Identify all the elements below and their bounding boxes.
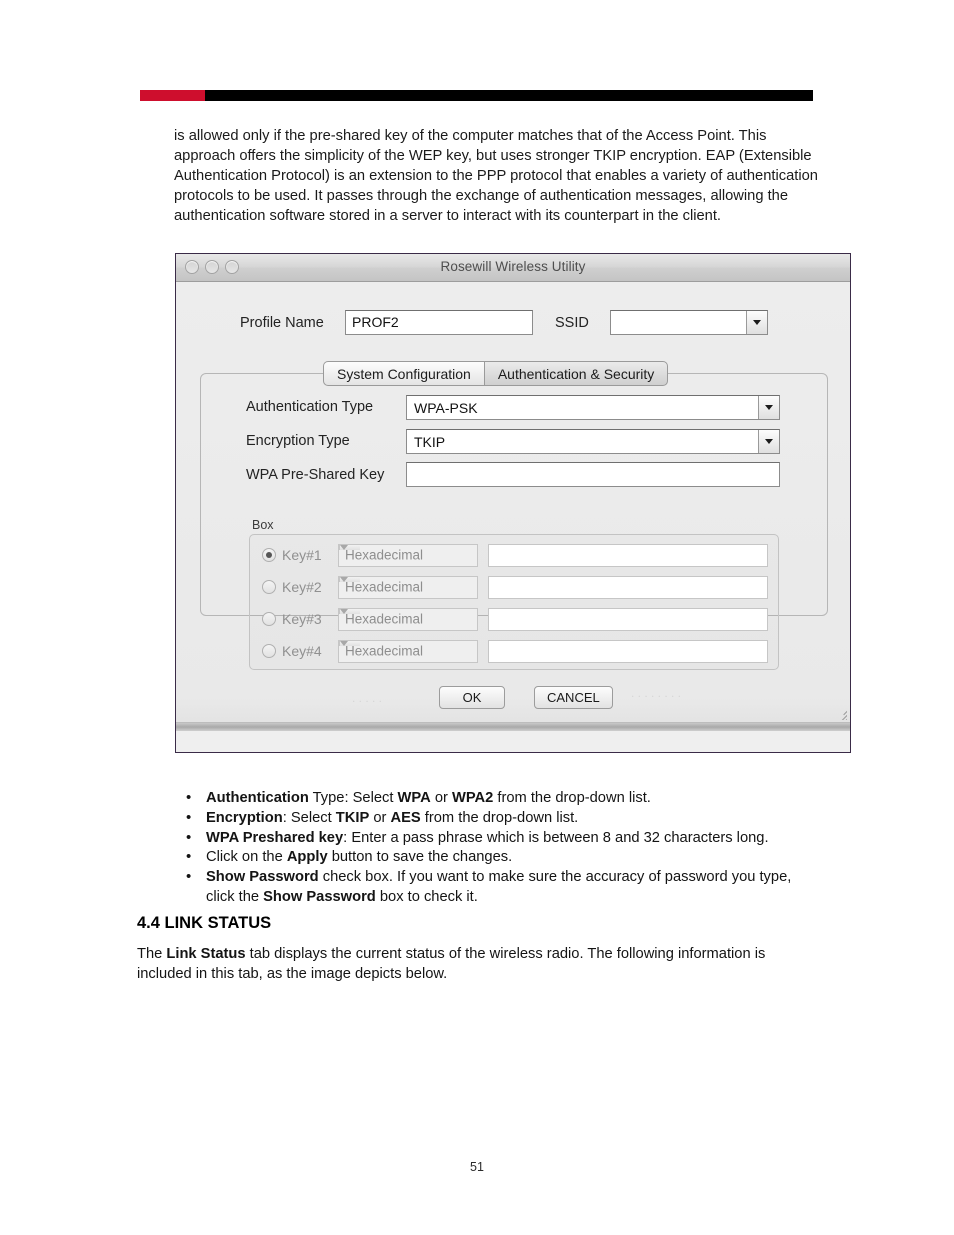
chevron-down-icon[interactable] [758,430,779,453]
bullet-2-bold-2: TKIP [335,809,370,826]
chevron-down-icon[interactable] [758,396,779,419]
page-number: 51 [470,1160,484,1174]
bullet-5-text-2: box to check it. [375,888,478,905]
bullet-list: Authentication Type: Select WPA or WPA2 … [178,788,823,908]
bullet-4-text-1: Click on the [206,849,287,866]
bullet-2-bold-1: Encryption [206,809,283,826]
key-group-caption: Box [252,518,274,532]
key1-format-dropdown[interactable]: Hexadecimal [338,543,478,567]
bullet-2-text-2: or [369,809,391,826]
rosewill-wireless-utility-window: Rosewill Wireless Utility Profile Name P… [175,253,851,753]
bullet-1-text-1: Type: Select [308,790,398,806]
bullet-3-bold-1: WPA Preshared key [206,829,344,846]
bullet-4-text-2: button to save the changes. [327,849,513,866]
ok-button[interactable]: OK [439,686,505,709]
window-titlebar: Rosewill Wireless Utility [176,254,850,282]
key-group-box: Key#1 Hexadecimal Key#2 Hexadecimal Key#… [249,534,779,670]
key-row-2[interactable]: Key#2 Hexadecimal [262,575,768,599]
list-item: Encryption: Select TKIP or AES from the … [178,808,823,829]
chevron-down-icon[interactable] [746,311,767,334]
key1-radio[interactable] [262,548,276,562]
bullet-1-bold-2: WPA [397,790,431,806]
key2-label: Key#2 [282,579,322,595]
list-item: Click on the Apply button to save the ch… [178,847,823,868]
intro-paragraph: is allowed only if the pre-shared key of… [174,128,818,224]
bullet-5-bold-1: Show Password [206,869,319,886]
cancel-button[interactable]: CANCEL [534,686,613,709]
bullet-2-text-1: : Select [282,809,336,826]
resize-grip[interactable] [827,700,847,720]
bullet-2-bold-3: AES [390,809,421,826]
encryption-type-value: TKIP [414,433,446,450]
profile-name-label: Profile Name [240,315,324,331]
bullet-3-text-1: : Enter a pass phrase which is between 8… [343,829,769,846]
list-item: Authentication Type: Select WPA or WPA2 … [178,788,823,809]
section-paragraph-bold: Link Status [166,946,246,962]
bullet-1-text-3: from the drop-down list. [493,790,651,806]
key4-format-dropdown[interactable]: Hexadecimal [338,639,478,663]
authentication-type-label: Authentication Type [246,399,374,415]
ghost-artifact: . . . . . . . . [631,686,682,700]
header-black-segment [205,90,813,101]
bullet-5-bold-2: Show Password [263,888,376,905]
tab-authentication-security[interactable]: Authentication & Security [483,361,669,386]
bullet-1-bold-1: Authentication [206,790,309,806]
key2-radio[interactable] [262,580,276,594]
key3-radio[interactable] [262,612,276,626]
window-body: Profile Name PROF2 SSID System Configura… [176,282,850,752]
tab-system-configuration[interactable]: System Configuration [323,361,484,386]
ssid-label: SSID [555,315,589,331]
key2-input[interactable] [488,575,768,599]
key1-format-value: Hexadecimal [345,547,424,563]
list-item: Show Password check box. If you want to … [178,867,823,908]
key1-label: Key#1 [282,547,322,563]
wpa-preshared-key-label: WPA Pre-Shared Key [246,467,385,483]
authentication-type-dropdown[interactable]: WPA-PSK [406,395,780,420]
window-bottom-strip [176,731,850,752]
section-heading: 4.4 LINK STATUS [137,914,272,932]
key-row-4[interactable]: Key#4 Hexadecimal [262,639,768,663]
encryption-type-label: Encryption Type [246,433,350,449]
document-page: is allowed only if the pre-shared key of… [0,0,954,1235]
key-row-3[interactable]: Key#3 Hexadecimal [262,607,768,631]
key4-label: Key#4 [282,643,322,659]
profile-name-input[interactable]: PROF2 [345,310,533,335]
key2-format-value: Hexadecimal [345,579,424,595]
key4-radio[interactable] [262,644,276,658]
key-row-1[interactable]: Key#1 Hexadecimal [262,543,768,567]
section-paragraph: The Link Status tab displays the current… [137,945,809,985]
key4-format-value: Hexadecimal [345,643,424,659]
key3-format-dropdown[interactable]: Hexadecimal [338,607,478,631]
page-header-rule [140,90,813,101]
key3-input[interactable] [488,607,768,631]
key1-input[interactable] [488,543,768,567]
wpa-preshared-key-input[interactable] [406,462,780,487]
list-item: WPA Preshared key: Enter a pass phrase w… [178,828,823,849]
window-title: Rosewill Wireless Utility [440,259,586,274]
ghost-artifact: . . . . . [352,691,383,705]
key3-format-value: Hexadecimal [345,611,424,627]
key4-input[interactable] [488,639,768,663]
header-accent-segment [140,90,205,101]
bullet-2-text-3: from the drop-down list. [420,809,579,826]
profile-row: Profile Name PROF2 SSID [176,310,850,340]
bullet-1-text-2: or [430,790,452,806]
authentication-type-value: WPA-PSK [414,399,478,416]
key3-label: Key#3 [282,611,322,627]
encryption-type-dropdown[interactable]: TKIP [406,429,780,454]
ssid-dropdown[interactable] [610,310,768,335]
tabstrip[interactable]: System Configuration Authentication & Se… [323,361,669,386]
bullet-4-bold-2: Apply [286,849,328,866]
section-paragraph-pre: The [137,946,167,962]
bullet-1-bold-3: WPA2 [451,790,494,806]
key2-format-dropdown[interactable]: Hexadecimal [338,575,478,599]
